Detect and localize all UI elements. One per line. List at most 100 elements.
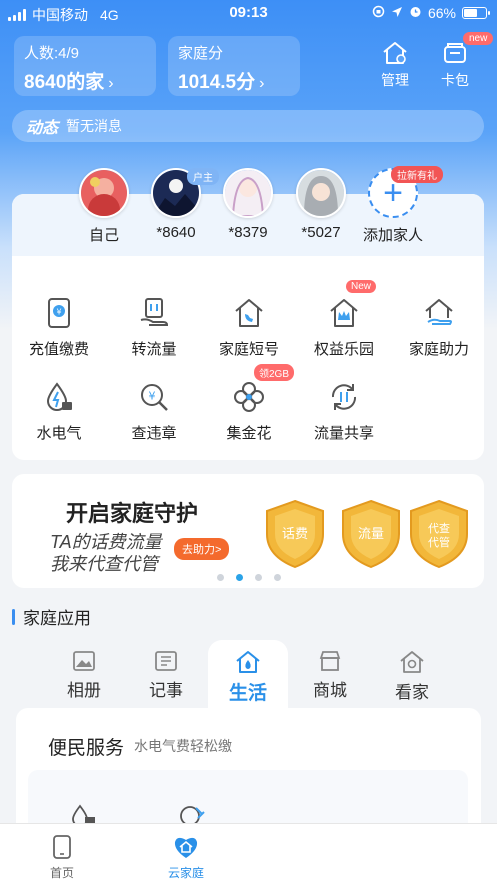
new-badge: new [463, 32, 494, 45]
battery-icon [462, 7, 490, 19]
nav-home[interactable]: 首页 [22, 834, 102, 881]
service-utilities[interactable]: 水电气 [14, 380, 104, 443]
member-5027[interactable]: *5027 [286, 168, 356, 241]
manage-button[interactable]: 管理 [370, 40, 420, 90]
service-benefits-park[interactable]: 权益乐园 [299, 296, 389, 359]
data-share-icon [331, 384, 357, 410]
service-label: 集金花 [226, 425, 272, 442]
traffic-violation-icon: ¥ [141, 384, 168, 411]
home-settings-icon [383, 42, 407, 64]
service-label: 权益乐园 [313, 341, 374, 358]
tab-home-camera[interactable]: 看家 [372, 650, 452, 703]
service-label: 家庭助力 [408, 341, 469, 358]
service-data-share[interactable]: 流量共享 [299, 380, 389, 443]
member-name: 自己 [88, 227, 119, 244]
data-reward-badge: 领2GB [254, 364, 295, 381]
tab-life[interactable]: 生活 [208, 650, 288, 705]
service-family-short-number[interactable]: 家庭短号 [204, 296, 294, 359]
svg-text:¥: ¥ [56, 308, 61, 317]
avatar [79, 168, 129, 218]
shield-text: 话费 [282, 527, 308, 542]
members-count: 人数:4/9 [24, 45, 80, 62]
invite-badge: 拉新有礼 [391, 166, 443, 183]
score-label: 家庭分 [178, 45, 224, 62]
service-recharge[interactable]: ¥ 充值缴费 [14, 296, 104, 359]
service-label: 流量共享 [313, 425, 374, 442]
news-tag: 动态 [26, 120, 59, 137]
tab-label: 记事 [149, 681, 183, 700]
shield-text: 流量 [358, 527, 384, 542]
help-button[interactable]: 去助力> [174, 538, 230, 560]
notes-icon [155, 651, 177, 671]
family-help-icon [425, 299, 453, 325]
service-family-help[interactable]: 家庭助力 [394, 296, 484, 359]
banner-title: 开启家庭守护 [66, 501, 199, 526]
nav-cloud-family[interactable]: 云家庭 [146, 834, 226, 881]
home-camera-icon [400, 651, 424, 673]
score-value: 1014.5分 [178, 72, 256, 93]
wallet-button[interactable]: 卡包 [430, 40, 480, 90]
service-gold-flower[interactable]: 集金花 [204, 380, 294, 443]
section-title: 家庭应用 [12, 604, 91, 629]
chevron-right-icon: › [259, 75, 265, 92]
life-icon [236, 651, 260, 673]
chevron-right-icon: › [108, 75, 114, 92]
avatar [223, 168, 273, 218]
transfer-data-icon [140, 298, 169, 326]
photo-album-icon [73, 651, 95, 671]
alarm-icon [409, 5, 422, 21]
shield-text-line-1: 代查 [428, 521, 450, 535]
family-short-number-icon [235, 299, 263, 327]
panel-subtitle: 水电气费轻松缴 [134, 738, 232, 754]
news-text: 暂无消息 [66, 118, 123, 134]
add-member-label: 添加家人 [362, 227, 423, 244]
service-label: 家庭短号 [218, 341, 279, 358]
recharge-icon: ¥ [48, 298, 70, 328]
battery-percent: 66% [427, 5, 456, 21]
panel-title: 便民服务 [48, 738, 125, 759]
tab-notes[interactable]: 记事 [126, 650, 206, 701]
utilities-icon [46, 382, 72, 411]
carousel-dot[interactable] [273, 574, 281, 581]
family-members-card[interactable]: 人数:4/9 8640的家 › [14, 36, 156, 96]
tab-photo-album[interactable]: 相册 [44, 650, 124, 701]
benefits-park-icon [330, 299, 358, 327]
nav-label: 云家庭 [167, 866, 204, 880]
cloud-family-icon [174, 837, 198, 858]
service-label: 水电气 [36, 425, 82, 442]
member-name: *8379 [228, 224, 268, 241]
family-guard-banner[interactable]: 开启家庭守护 TA的话费流量 我来代查代管 去助力> 话费 流量 代查 代管 [12, 474, 484, 588]
carousel-indicator [0, 574, 497, 581]
tab-label: 相册 [67, 681, 101, 700]
service-transfer-data[interactable]: 转流量 [109, 296, 199, 359]
shield-icon: 话费 [266, 499, 324, 569]
service-label: 转流量 [131, 341, 177, 358]
tab-label: 商城 [313, 681, 347, 700]
rotation-lock-icon [372, 5, 385, 21]
phone-icon [53, 835, 71, 859]
location-icon [391, 5, 403, 21]
member-name: *8640 [156, 224, 196, 241]
tab-store[interactable]: 商城 [290, 650, 370, 701]
service-traffic-violation[interactable]: ¥ 查违章 [109, 380, 199, 443]
wallet-icon [444, 43, 466, 63]
family-name: 8640的家 [24, 72, 105, 93]
family-score-card[interactable]: 家庭分 1014.5分 › [168, 36, 300, 96]
banner-line-2: 我来代查代管 [50, 554, 158, 574]
service-label: 查违章 [131, 425, 177, 442]
avatar [296, 168, 346, 218]
wallet-label: 卡包 [441, 72, 469, 88]
carousel-dot[interactable] [235, 574, 243, 581]
member-self[interactable]: 自己 [69, 168, 139, 245]
tab-label: 看家 [395, 683, 429, 702]
carousel-dot[interactable] [254, 574, 262, 581]
news-bar[interactable]: 动态 暂无消息 [12, 110, 484, 142]
carousel-dot[interactable] [216, 574, 224, 581]
shield-icon: 流量 [342, 499, 400, 569]
nav-label: 首页 [49, 866, 74, 880]
new-badge: New [346, 280, 377, 293]
service-label: 充值缴费 [28, 341, 89, 358]
member-8379[interactable]: *8379 [213, 168, 283, 241]
bottom-navigation: 首页 云家庭 [0, 823, 497, 883]
store-icon [319, 651, 341, 671]
